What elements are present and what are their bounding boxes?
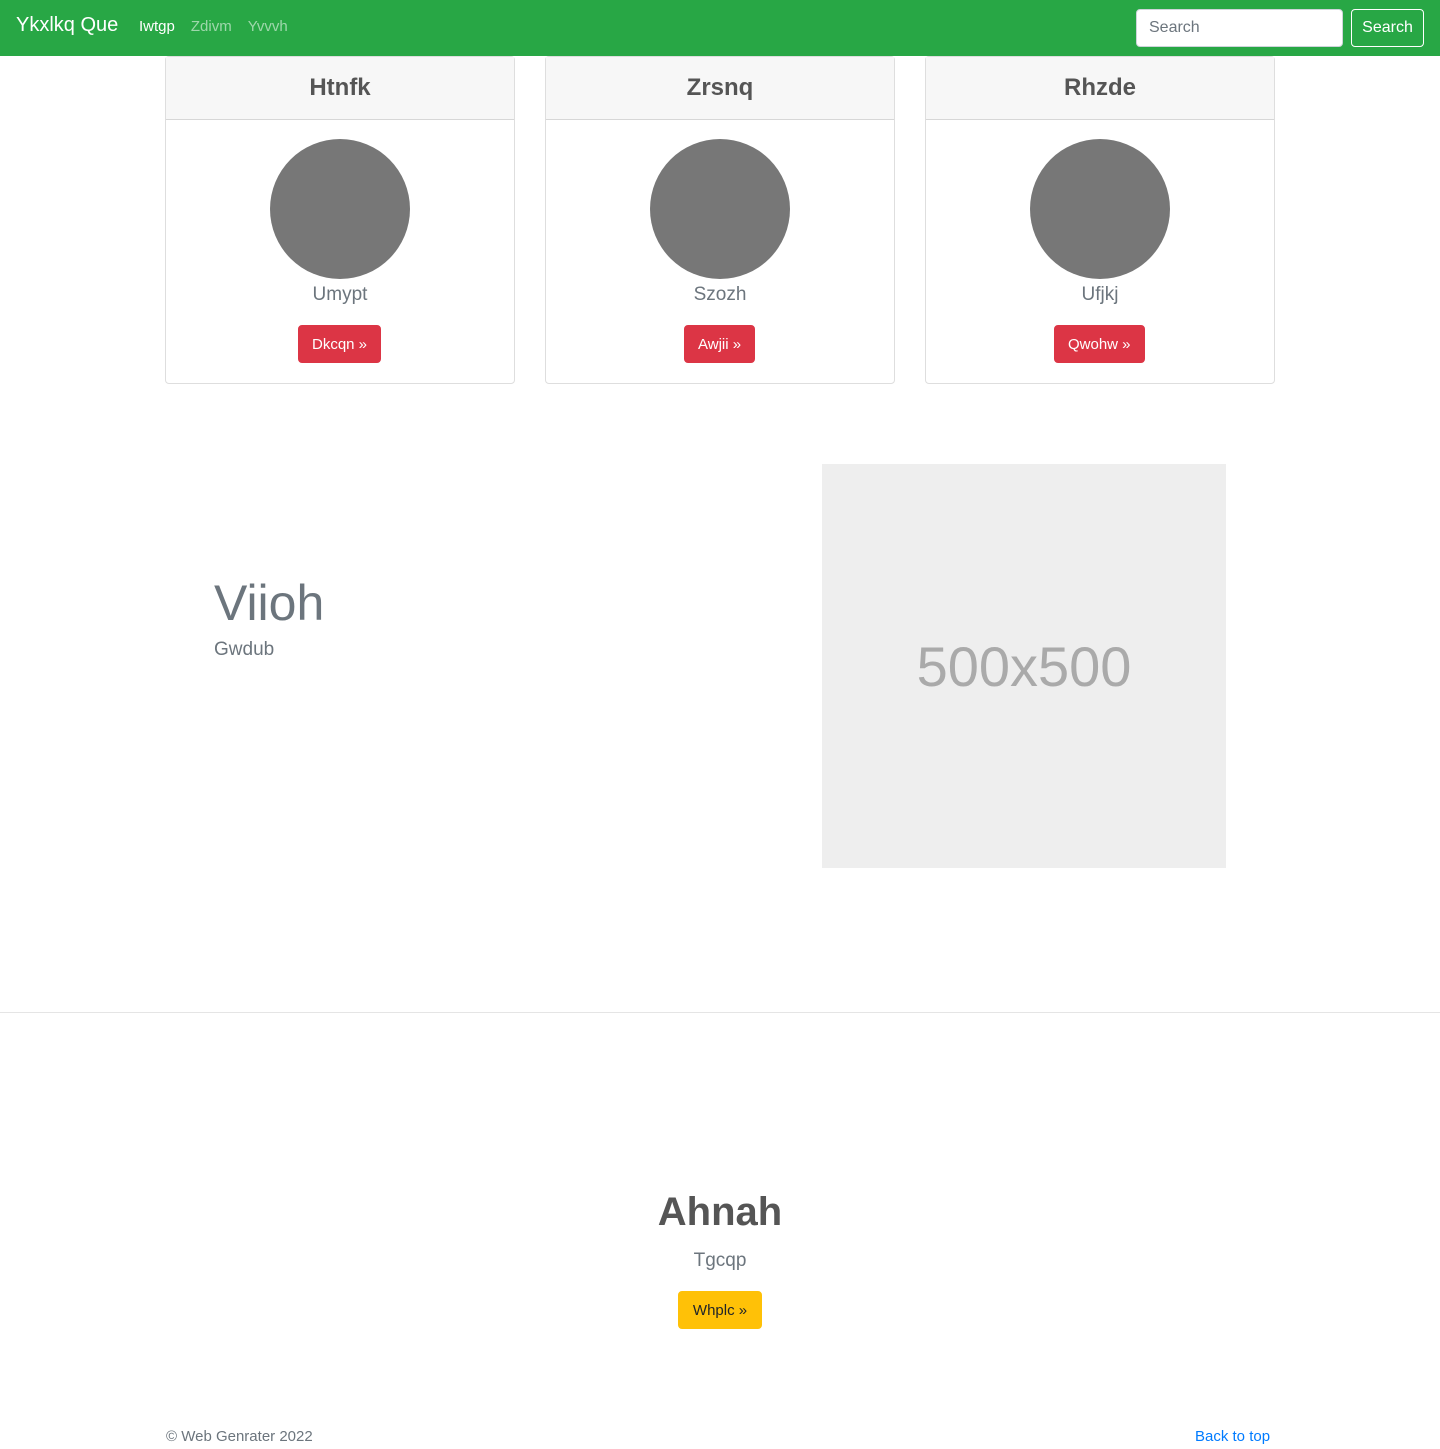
navbar: Ykxlkq Que Iwtgp Zdivm Yvvvh Search: [0, 0, 1440, 56]
placeholder-image: 500x500: [822, 464, 1226, 868]
card-zrsnq: Zrsnq Szozh Awjii »: [545, 56, 895, 384]
card-title: Zrsnq: [546, 57, 894, 120]
card-title: Rhzde: [926, 57, 1274, 120]
feature-subtitle: Gwdub: [214, 639, 275, 660]
card-text: Umypt: [312, 284, 368, 305]
search-button[interactable]: Search: [1351, 9, 1424, 47]
nav-links: Iwtgp Zdivm Yvvvh: [139, 18, 304, 35]
search-input[interactable]: [1136, 9, 1343, 47]
placeholder-label: 500x500: [916, 634, 1132, 698]
nav-link-zdivm[interactable]: Zdivm: [191, 18, 232, 35]
card-button-awjii[interactable]: Awjii »: [684, 325, 756, 363]
card-button-qwohw[interactable]: Qwohw »: [1054, 325, 1145, 363]
brand-link[interactable]: Ykxlkq Que: [16, 14, 118, 37]
avatar: [650, 139, 790, 279]
card-text: Ufjkj: [1081, 284, 1119, 305]
card-title: Htnfk: [166, 57, 514, 120]
card-button-dkcqn[interactable]: Dkcqn »: [298, 325, 382, 363]
back-to-top-link[interactable]: Back to top: [1195, 1428, 1270, 1445]
section-divider: [0, 1012, 1440, 1013]
jumbotron-subtitle: Tgcqp: [693, 1250, 747, 1271]
card-htnfk: Htnfk Umypt Dkcqn »: [165, 56, 515, 384]
footer-copyright: © Web Genrater 2022: [166, 1428, 313, 1445]
card-text: Szozh: [693, 284, 747, 305]
feature-title: Viioh: [214, 575, 325, 631]
avatar: [270, 139, 410, 279]
nav-link-yvvvh[interactable]: Yvvvh: [248, 18, 288, 35]
jumbotron-button[interactable]: Whplc »: [678, 1291, 762, 1329]
jumbotron-title: Ahnah: [657, 1190, 783, 1234]
avatar: [1030, 139, 1170, 279]
card-rhzde: Rhzde Ufjkj Qwohw »: [925, 56, 1275, 384]
nav-link-iwtgp[interactable]: Iwtgp: [139, 18, 175, 35]
